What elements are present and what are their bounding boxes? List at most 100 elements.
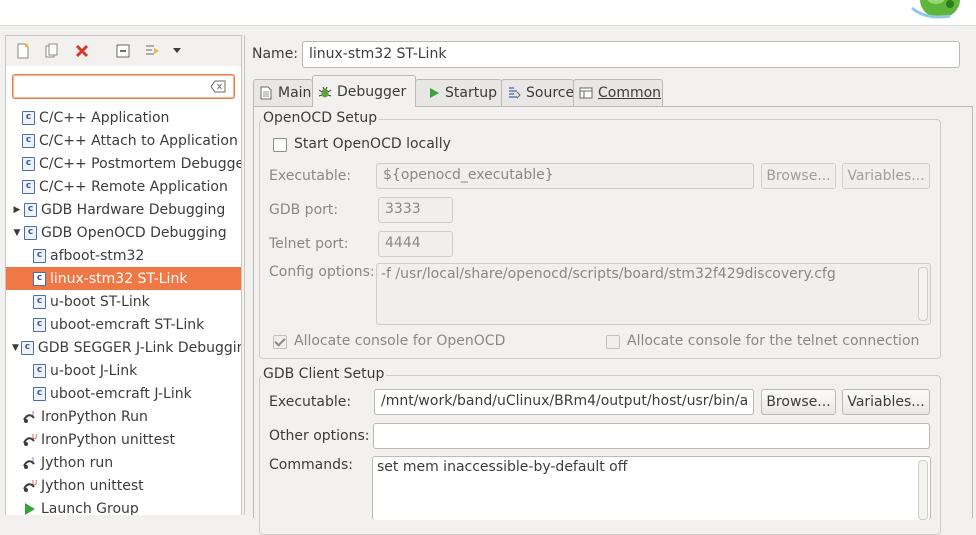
tree-item-label: C/C++ Attach to Application bbox=[39, 132, 238, 149]
tab-startup[interactable]: Startup bbox=[415, 79, 502, 106]
c-config-icon: c bbox=[22, 110, 35, 125]
allocate-telnet-checkbox[interactable] bbox=[606, 335, 620, 349]
tree-item[interactable]: I Jython run bbox=[6, 451, 241, 474]
allocate-telnet-label: Allocate console for the telnet connecti… bbox=[627, 333, 920, 349]
gdb-executable-field[interactable]: /mnt/work/band/uClinux/BRm4/output/host/… bbox=[374, 389, 754, 415]
tree-item-label: Jython run bbox=[41, 454, 114, 471]
duplicate-icon[interactable] bbox=[43, 42, 61, 60]
commands-field[interactable]: set mem inaccessible-by-default off bbox=[372, 456, 931, 520]
collapse-all-icon[interactable] bbox=[114, 42, 132, 60]
tree-item-label: C/C++ Remote Application bbox=[39, 178, 228, 195]
c-config-icon: c bbox=[33, 386, 46, 401]
tab-startup-label: Startup bbox=[445, 85, 497, 101]
clear-filter-icon[interactable] bbox=[210, 80, 226, 93]
main-tab-icon bbox=[260, 86, 272, 100]
tree-item-label: IronPython Run bbox=[41, 408, 148, 425]
expanded-arrow-icon[interactable]: ▼ bbox=[12, 228, 22, 238]
filter-icon[interactable] bbox=[144, 42, 162, 60]
c-config-icon: c bbox=[33, 363, 46, 378]
allocate-console-checkbox[interactable] bbox=[273, 335, 287, 349]
tab-common[interactable]: Common bbox=[573, 79, 663, 106]
tree-item-label: GDB Hardware Debugging bbox=[41, 201, 226, 218]
tree-item-label: Jython unittest bbox=[41, 477, 144, 494]
tree-item-label: GDB SEGGER J-Link Debugging bbox=[37, 339, 242, 356]
config-options-text: -f /usr/local/share/openocd/scripts/boar… bbox=[381, 266, 836, 282]
openocd-variables-button[interactable]: Variables... bbox=[842, 163, 930, 189]
other-options-field[interactable] bbox=[373, 423, 930, 449]
tree-item[interactable]: c uboot-emcraft J-Link bbox=[6, 382, 241, 405]
telnet-port-field[interactable]: 4444 bbox=[378, 231, 453, 257]
tab-common-label: Common bbox=[598, 85, 662, 101]
tree-item-label: IronPython unittest bbox=[41, 431, 176, 448]
tree-item[interactable]: c C/C++ Attach to Application bbox=[6, 129, 241, 152]
config-options-scrollbar[interactable] bbox=[918, 267, 928, 321]
startup-tab-icon bbox=[430, 88, 439, 98]
tree-item[interactable]: c C/C++ Postmortem Debugger bbox=[6, 152, 241, 175]
tree-item[interactable]: ▶ c GDB Hardware Debugging bbox=[6, 198, 241, 221]
launch-config-tree-panel: c C/C++ Application c C/C++ Attach to Appli… bbox=[5, 35, 242, 515]
c-config-icon: c bbox=[22, 156, 35, 171]
filter-field[interactable] bbox=[12, 74, 235, 99]
other-options-label: Other options: bbox=[269, 428, 370, 444]
eclipse-bug-logo-icon bbox=[911, 0, 960, 19]
tree-item[interactable]: c linux-stm32 ST-Link bbox=[6, 267, 241, 290]
name-label: Name: bbox=[252, 46, 299, 62]
gdb-executable-label: Executable: bbox=[269, 394, 352, 410]
tree-item[interactable]: Launch Group bbox=[6, 497, 241, 515]
allocate-console-label: Allocate console for OpenOCD bbox=[294, 333, 506, 349]
tree-item[interactable]: U IronPython unittest bbox=[6, 428, 241, 451]
gdb-browse-button[interactable]: Browse... bbox=[761, 389, 836, 415]
tree-item[interactable]: c C/C++ Application bbox=[6, 106, 241, 129]
common-tab-icon bbox=[579, 87, 593, 99]
debugger-tab-content: OpenOCD Setup Start OpenOCD locally Exec… bbox=[253, 106, 973, 535]
tree-item[interactable]: U Jython unittest bbox=[6, 474, 241, 497]
c-config-icon: c bbox=[33, 271, 46, 286]
openocd-executable-field[interactable]: ${openocd_executable} bbox=[376, 163, 754, 189]
commands-scrollbar[interactable] bbox=[918, 460, 928, 520]
delete-icon[interactable] bbox=[73, 42, 91, 60]
svg-text:I: I bbox=[32, 456, 34, 464]
tab-main[interactable]: Main bbox=[253, 79, 313, 106]
tree-item[interactable]: c uboot-emcraft ST-Link bbox=[6, 313, 241, 336]
tab-source[interactable]: Source bbox=[501, 79, 574, 106]
gdb-variables-button[interactable]: Variables... bbox=[842, 389, 930, 415]
source-tab-icon bbox=[509, 87, 521, 99]
tree-item[interactable]: ▼ c GDB OpenOCD Debugging bbox=[6, 221, 241, 244]
c-config-icon: c bbox=[22, 133, 35, 148]
tab-debugger[interactable]: Debugger bbox=[312, 75, 416, 107]
config-options-field[interactable]: -f /usr/local/share/openocd/scripts/boar… bbox=[376, 263, 931, 325]
tree-item[interactable]: c C/C++ Remote Application bbox=[6, 175, 241, 198]
telnet-port-label: Telnet port: bbox=[269, 236, 349, 252]
gdb-port-field[interactable]: 3333 bbox=[378, 197, 453, 223]
name-field[interactable]: linux-stm32 ST-Link bbox=[302, 41, 960, 68]
debugger-tab-icon bbox=[318, 86, 332, 97]
start-openocd-checkbox[interactable] bbox=[273, 138, 287, 152]
c-config-icon: c bbox=[20, 340, 34, 355]
expanded-arrow-icon[interactable]: ▼ bbox=[12, 343, 19, 353]
tree-item-label: u-boot ST-Link bbox=[50, 293, 150, 310]
openocd-executable-label: Executable: bbox=[269, 168, 352, 184]
tree-item[interactable]: c u-boot ST-Link bbox=[6, 290, 241, 313]
svg-text:U: U bbox=[32, 433, 37, 441]
tree-item-label: GDB OpenOCD Debugging bbox=[41, 224, 227, 241]
collapsed-arrow-icon[interactable]: ▶ bbox=[12, 205, 22, 215]
tree-item[interactable]: ▼ c GDB SEGGER J-Link Debugging bbox=[6, 336, 241, 359]
svg-text:U: U bbox=[32, 479, 37, 487]
python-unittest-icon: U bbox=[23, 479, 37, 492]
tree-item[interactable]: c afboot-stm32 bbox=[6, 244, 241, 267]
dropdown-menu-icon[interactable] bbox=[171, 42, 183, 60]
tree-item[interactable]: I IronPython Run bbox=[6, 405, 241, 428]
openocd-browse-button[interactable]: Browse... bbox=[761, 163, 836, 189]
config-editor-panel: Name: linux-stm32 ST-Link Main Debugger … bbox=[244, 35, 976, 535]
tree-item[interactable]: c u-boot J-Link bbox=[6, 359, 241, 382]
launch-group-icon bbox=[25, 502, 35, 515]
python-unittest-icon: U bbox=[23, 433, 37, 446]
filter-input[interactable] bbox=[18, 77, 198, 96]
c-config-icon: c bbox=[33, 317, 46, 332]
gdb-client-setup-title: GDB Client Setup bbox=[261, 366, 387, 382]
config-options-label: Config options: bbox=[269, 264, 375, 280]
gdb-port-label: GDB port: bbox=[269, 202, 339, 218]
commands-label: Commands: bbox=[269, 457, 353, 473]
svg-text:I: I bbox=[32, 410, 34, 418]
new-config-icon[interactable] bbox=[14, 42, 32, 60]
